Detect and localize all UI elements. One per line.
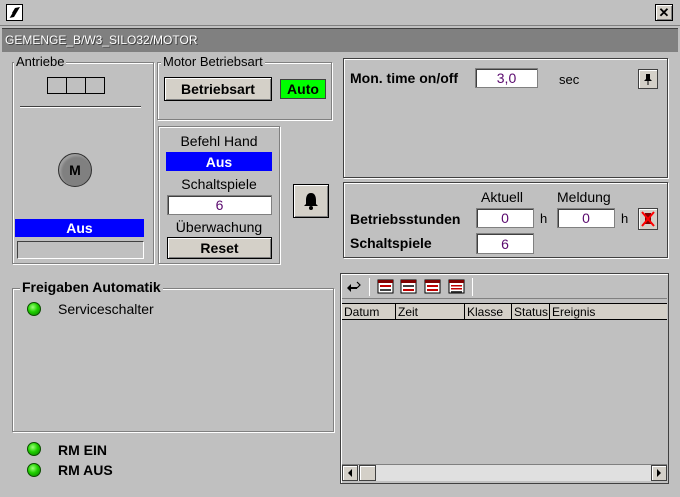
motor-symbol[interactable]: M	[58, 153, 92, 187]
befehl-schaltspiele-label: Schaltspiele	[181, 176, 257, 192]
pin-button[interactable]	[638, 69, 658, 89]
motor-symbol-label: M	[69, 162, 81, 178]
betriebsstunden-aktuell-value: 0	[501, 210, 509, 226]
arrow-right-icon	[657, 469, 661, 477]
alarm-scroll-toggle[interactable]	[345, 279, 362, 294]
toolbar-separator-2	[472, 278, 473, 296]
list-ack-all-icon	[424, 279, 441, 294]
rm-ein-led	[27, 442, 41, 456]
motor-betriebsart-title: Motor Betriebsart	[161, 54, 265, 69]
betriebsstunden-aktuell-unit: h	[540, 211, 548, 226]
betriebsstunden-meldung-unit: h	[621, 211, 629, 226]
col-status[interactable]: Status	[512, 304, 550, 320]
rm-aus-led	[27, 463, 41, 477]
alarm-table-body	[342, 321, 667, 463]
alarm-toolbar	[342, 275, 667, 299]
betriebsstunden-meldung-value: 0	[582, 210, 590, 226]
betriebsart-button[interactable]: Betriebsart	[164, 77, 272, 101]
befehl-hand-label: Befehl Hand	[180, 133, 258, 149]
betriebsstunden-aktuell-field[interactable]: 0	[476, 208, 534, 228]
drive-slot	[86, 77, 105, 94]
befehl-hand-value-text: Aus	[205, 153, 233, 170]
antriebe-status-secondary	[17, 241, 144, 259]
schaltspiele-aktuell-field[interactable]: 6	[476, 233, 534, 254]
window-path: GEMENGE_B/W3_SILO32/MOTOR	[5, 33, 198, 47]
col-ereignis[interactable]: Ereignis	[550, 304, 667, 320]
alarm-list-filter[interactable]	[448, 279, 465, 294]
toolbar-separator	[369, 278, 370, 296]
mon-time-unit: sec	[559, 72, 580, 87]
freigaben-title: Freigaben Automatik	[20, 279, 163, 295]
scroll-right-button[interactable]	[651, 465, 667, 481]
path-bar: GEMENGE_B/W3_SILO32/MOTOR	[2, 28, 678, 52]
reset-button-label: Reset	[200, 240, 239, 256]
app-icon	[6, 4, 23, 21]
alarm-hscrollbar[interactable]	[342, 464, 667, 481]
schaltspiele-label: Schaltspiele	[350, 235, 432, 251]
scroll-left-button[interactable]	[342, 465, 358, 481]
mode-indicator: Auto	[280, 79, 326, 99]
betriebsstunden-label: Betriebsstunden	[350, 211, 461, 227]
close-icon: ✕	[658, 4, 670, 20]
alarm-ack-all[interactable]	[424, 279, 441, 294]
drive-slot	[47, 77, 67, 94]
col-meldung-header: Meldung	[557, 189, 611, 205]
alarm-ack-visible[interactable]	[400, 279, 417, 294]
schaltspiele-aktuell-value: 6	[501, 235, 509, 252]
mon-time-value: 3,0	[496, 70, 517, 86]
befehl-schaltspiele-value: 6	[215, 197, 224, 213]
drive-slots	[47, 77, 105, 94]
antriebe-divider	[20, 106, 141, 108]
serviceschalter-label: Serviceschalter	[58, 301, 154, 317]
col-aktuell-header: Aktuell	[481, 189, 524, 205]
rm-ein-label: RM EIN	[58, 442, 107, 458]
title-bar: ✕	[0, 0, 680, 26]
drive-slot	[67, 77, 86, 94]
arrow-left-icon	[348, 469, 352, 477]
scroll-thumb[interactable]	[359, 465, 376, 481]
reset-counter-icon	[641, 211, 655, 227]
befehl-hand-value[interactable]: Aus	[166, 152, 272, 171]
scroll-lock-icon	[347, 281, 361, 292]
mon-time-label: Mon. time on/off	[350, 70, 459, 86]
pin-icon	[644, 74, 652, 85]
close-button[interactable]: ✕	[655, 4, 673, 21]
col-datum[interactable]: Datum	[342, 304, 396, 320]
befehl-schaltspiele-field[interactable]: 6	[167, 195, 272, 215]
list-ack-icon	[377, 279, 394, 294]
list-filter-icon	[448, 279, 465, 294]
reset-button[interactable]: Reset	[167, 237, 272, 259]
mon-time-field[interactable]: 3,0	[475, 68, 538, 88]
rm-aus-label: RM AUS	[58, 462, 113, 478]
bell-icon	[304, 193, 318, 210]
antriebe-title: Antriebe	[14, 54, 67, 69]
reset-counter-button[interactable]	[638, 208, 658, 230]
betriebsstunden-meldung-field[interactable]: 0	[557, 208, 615, 228]
serviceschalter-led	[27, 302, 41, 316]
antriebe-status-text: Aus	[66, 220, 93, 236]
alarm-ack-button[interactable]	[293, 184, 329, 218]
betriebsart-button-label: Betriebsart	[181, 81, 255, 97]
ueberwachung-label: Überwachung	[175, 219, 263, 235]
alarm-ack-single[interactable]	[377, 279, 394, 294]
mode-indicator-text: Auto	[287, 81, 319, 97]
col-klasse[interactable]: Klasse	[465, 304, 512, 320]
antriebe-status: Aus	[15, 219, 144, 237]
alarm-view: Datum Zeit Klasse Status Ereignis	[340, 273, 669, 484]
list-ack-visible-icon	[400, 279, 417, 294]
col-zeit[interactable]: Zeit	[396, 304, 465, 320]
alarm-table-header: Datum Zeit Klasse Status Ereignis	[342, 303, 667, 320]
